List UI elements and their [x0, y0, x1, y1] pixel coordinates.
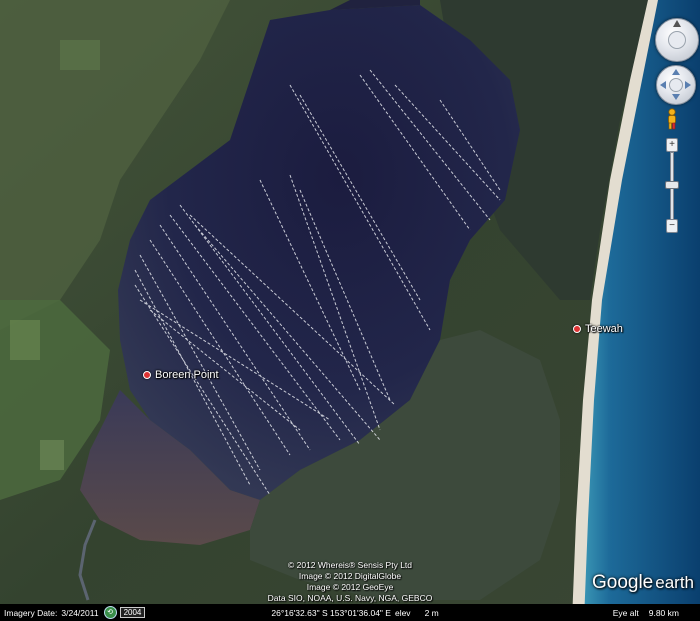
elevation-label: elev	[394, 607, 411, 618]
place-label[interactable]: Boreen Point	[155, 369, 219, 381]
zoom-slider[interactable]: + −	[665, 138, 679, 233]
satellite-map[interactable]	[0, 0, 700, 621]
historical-imagery-icon[interactable]: ⟲	[103, 606, 117, 619]
pegman-icon[interactable]	[666, 108, 678, 130]
eye-altitude-label: Eye alt	[612, 607, 639, 618]
place-pin-icon[interactable]	[573, 325, 581, 333]
eye-altitude-value: 9.80 km	[648, 607, 679, 618]
move-control[interactable]	[656, 65, 696, 105]
field-patch	[60, 40, 100, 70]
place-label[interactable]: Teewah	[585, 323, 623, 335]
copyright-line: Image © 2012 GeoEye	[306, 582, 394, 592]
place-pin-icon[interactable]	[143, 371, 151, 379]
zoom-in-button[interactable]: +	[666, 138, 678, 152]
north-indicator-icon[interactable]	[673, 20, 681, 27]
arrow-up-icon[interactable]	[672, 69, 680, 75]
place-marker-boreen-point[interactable]: Boreen Point	[143, 369, 219, 381]
historical-year-button[interactable]: 2004	[119, 607, 146, 618]
arrow-left-icon[interactable]	[660, 81, 666, 89]
elevation-value: 2 m	[424, 607, 439, 618]
look-around-control[interactable]	[655, 18, 699, 62]
place-marker-teewah[interactable]: Teewah	[573, 323, 623, 335]
copyright-line: Image © 2012 DigitalGlobe	[298, 571, 402, 581]
arrow-right-icon[interactable]	[685, 81, 691, 89]
imagery-date-label: Imagery Date:	[4, 607, 58, 618]
imagery-copyright: © 2012 Whereis® Sensis Pty Ltd Image © 2…	[250, 560, 450, 604]
map-viewport[interactable]: Boreen Point Teewah + − © 2012 Whereis® …	[0, 0, 700, 621]
copyright-line: Data SIO, NOAA, U.S. Navy, NGA, GEBCO	[267, 593, 433, 603]
imagery-date-value: 3/24/2011	[61, 607, 99, 618]
field-patch	[40, 440, 64, 470]
arrow-down-icon[interactable]	[672, 94, 680, 100]
look-joystick-icon[interactable]	[668, 31, 686, 49]
coordinates-readout: 26°16'32.63" S 153°01'36.04" E	[271, 607, 391, 618]
logo-google-text: Google	[591, 572, 654, 593]
field-patch	[10, 320, 40, 360]
zoom-slider-thumb[interactable]	[665, 181, 679, 189]
logo-earth-text: earth	[655, 573, 694, 592]
zoom-out-button[interactable]: −	[666, 219, 678, 233]
move-joystick-icon[interactable]	[669, 78, 683, 92]
copyright-line: © 2012 Whereis® Sensis Pty Ltd	[287, 560, 413, 570]
google-earth-logo: Google earth	[592, 572, 694, 594]
status-bar: Imagery Date: 3/24/2011 ⟲ 2004 26°16'32.…	[0, 604, 700, 621]
